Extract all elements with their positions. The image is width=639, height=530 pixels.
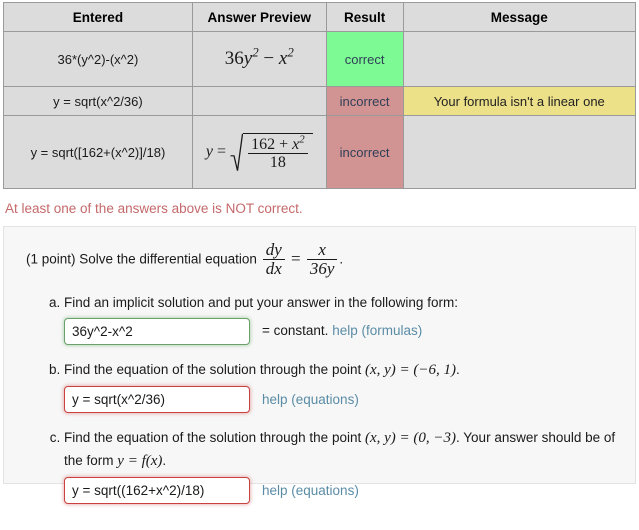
column-header-answer-preview: Answer Preview [191,2,327,32]
math-expression-y-equals-sqrt-fraction: y = 162 + x2 18 [205,132,313,172]
fraction-numerator: dy [265,240,282,259]
cell-entered: y = sqrt(x^2/36) [3,86,193,116]
part-a-answer-row: = constant. help (formulas) [64,317,623,345]
math-square-root: 162 + x2 18 [230,132,313,172]
math-fraction: 162 + x2 18 [248,133,308,172]
math-point-b-value: (x, y) = (−6, 1) [364,361,457,378]
constant-label: = constant. [262,323,329,339]
cell-message [402,115,636,189]
math-fraction-x-36y: x 36y [306,240,338,279]
math-differential-equation: dy dx = x 36y [261,240,340,279]
problem-part-c: Find the equation of the solution throug… [64,427,623,505]
prompt-period: . [339,251,344,267]
cell-answer-preview: y = 162 + x2 18 [191,115,327,189]
problem-prompt: (1 point) Solve the differential equatio… [16,240,623,279]
radical-sign-icon [230,133,244,172]
help-formulas-link[interactable]: help (formulas) [332,323,422,338]
answer-results-table: Entered Answer Preview Result Message 36… [3,2,636,189]
math-fraction-dy-dx: dy dx [262,240,285,279]
fraction-denominator: 18 [248,153,308,171]
table-header-row: Entered Answer Preview Result Message [3,2,636,32]
math-radicand: 162 + x2 18 [243,132,313,172]
math-point-c: (x, y) = (0, −3) [365,427,456,450]
table-row: 36*(y^2)-(x^2) 36y2 − x2 correct [3,31,636,87]
results-table-container: Entered Answer Preview Result Message 36… [0,0,639,189]
part-b-answer-row: help (equations) [64,386,623,414]
math-equals: = [213,142,231,160]
answer-input-a[interactable] [64,317,250,345]
math-variable-y: y [205,142,214,160]
math-equals: = [286,248,305,268]
problem-part-b: Find the equation of the solution throug… [64,359,623,414]
math-form-c-value: y = f(x) [117,452,163,469]
points-label: (1 point) [26,251,76,267]
math-point-b: (x, y) = (−6, 1) [365,359,456,382]
problem-parts-list: Find an implicit solution and put your a… [16,293,623,505]
cell-answer-preview [191,86,327,116]
math-form-c: y = f(x) [117,450,162,473]
help-equations-link[interactable]: help (equations) [262,483,359,498]
table-row: y = sqrt(x^2/36) incorrect Your formula … [3,86,636,116]
math-expression-36y2-minus-x2: 36y2 − x2 [224,44,294,70]
math-point-c-value: (x, y) = (0, −3) [364,430,457,447]
column-header-entered: Entered [3,2,193,32]
table-row: y = sqrt([162+(x^2)]/18) y = 162 + x2 18… [3,115,636,189]
cell-entered: y = sqrt([162+(x^2)]/18) [3,115,193,189]
numerator-operator: + [275,135,293,153]
cell-result: incorrect [325,86,404,116]
math-operator: − [258,48,279,69]
part-a-text: Find an implicit solution and put your a… [64,294,458,310]
numerator-constant: 162 [251,135,276,153]
fraction-denominator: dx [262,259,285,278]
answer-input-c[interactable] [64,477,250,505]
problem-panel: (1 point) Solve the differential equatio… [3,226,636,505]
part-b-text: Find the equation of the solution throug… [64,361,460,378]
cell-entered: 36*(y^2)-(x^2) [3,31,193,87]
part-c-after: help (equations) [262,481,359,501]
incorrect-answers-warning: At least one of the answers above is NOT… [5,201,303,216]
part-c-text-before: Find the equation of the solution throug… [64,430,362,446]
prompt-text: Solve the differential equation [79,251,257,267]
part-c-text-end: . [162,452,167,468]
fraction-numerator: x [318,240,326,259]
part-b-after: help (equations) [262,390,359,410]
math-coefficient: 36 [224,48,244,69]
part-b-text-before: Find the equation of the solution throug… [64,361,362,377]
part-c-answer-row: help (equations) [64,477,623,505]
answer-input-b[interactable] [64,386,250,414]
part-a-after: = constant. help (formulas) [262,321,422,341]
column-header-result: Result [325,2,404,32]
help-equations-link[interactable]: help (equations) [262,392,359,407]
cell-answer-preview: 36y2 − x2 [191,31,327,87]
cell-result: incorrect [325,115,404,189]
math-variable-y: y [243,48,253,69]
numerator-exponent: 2 [299,133,305,146]
part-c-text: Find the equation of the solution throug… [64,427,615,469]
problem-part-a: Find an implicit solution and put your a… [64,293,623,345]
cell-message: Your formula isn't a linear one [402,86,636,116]
part-b-text-after: . [456,361,460,377]
cell-message [402,31,636,87]
column-header-message: Message [402,2,636,32]
cell-result: correct [325,31,404,87]
fraction-numerator: 162 + x2 [248,133,308,153]
fraction-denominator: 36y [306,259,338,278]
math-exponent: 2 [287,44,294,60]
